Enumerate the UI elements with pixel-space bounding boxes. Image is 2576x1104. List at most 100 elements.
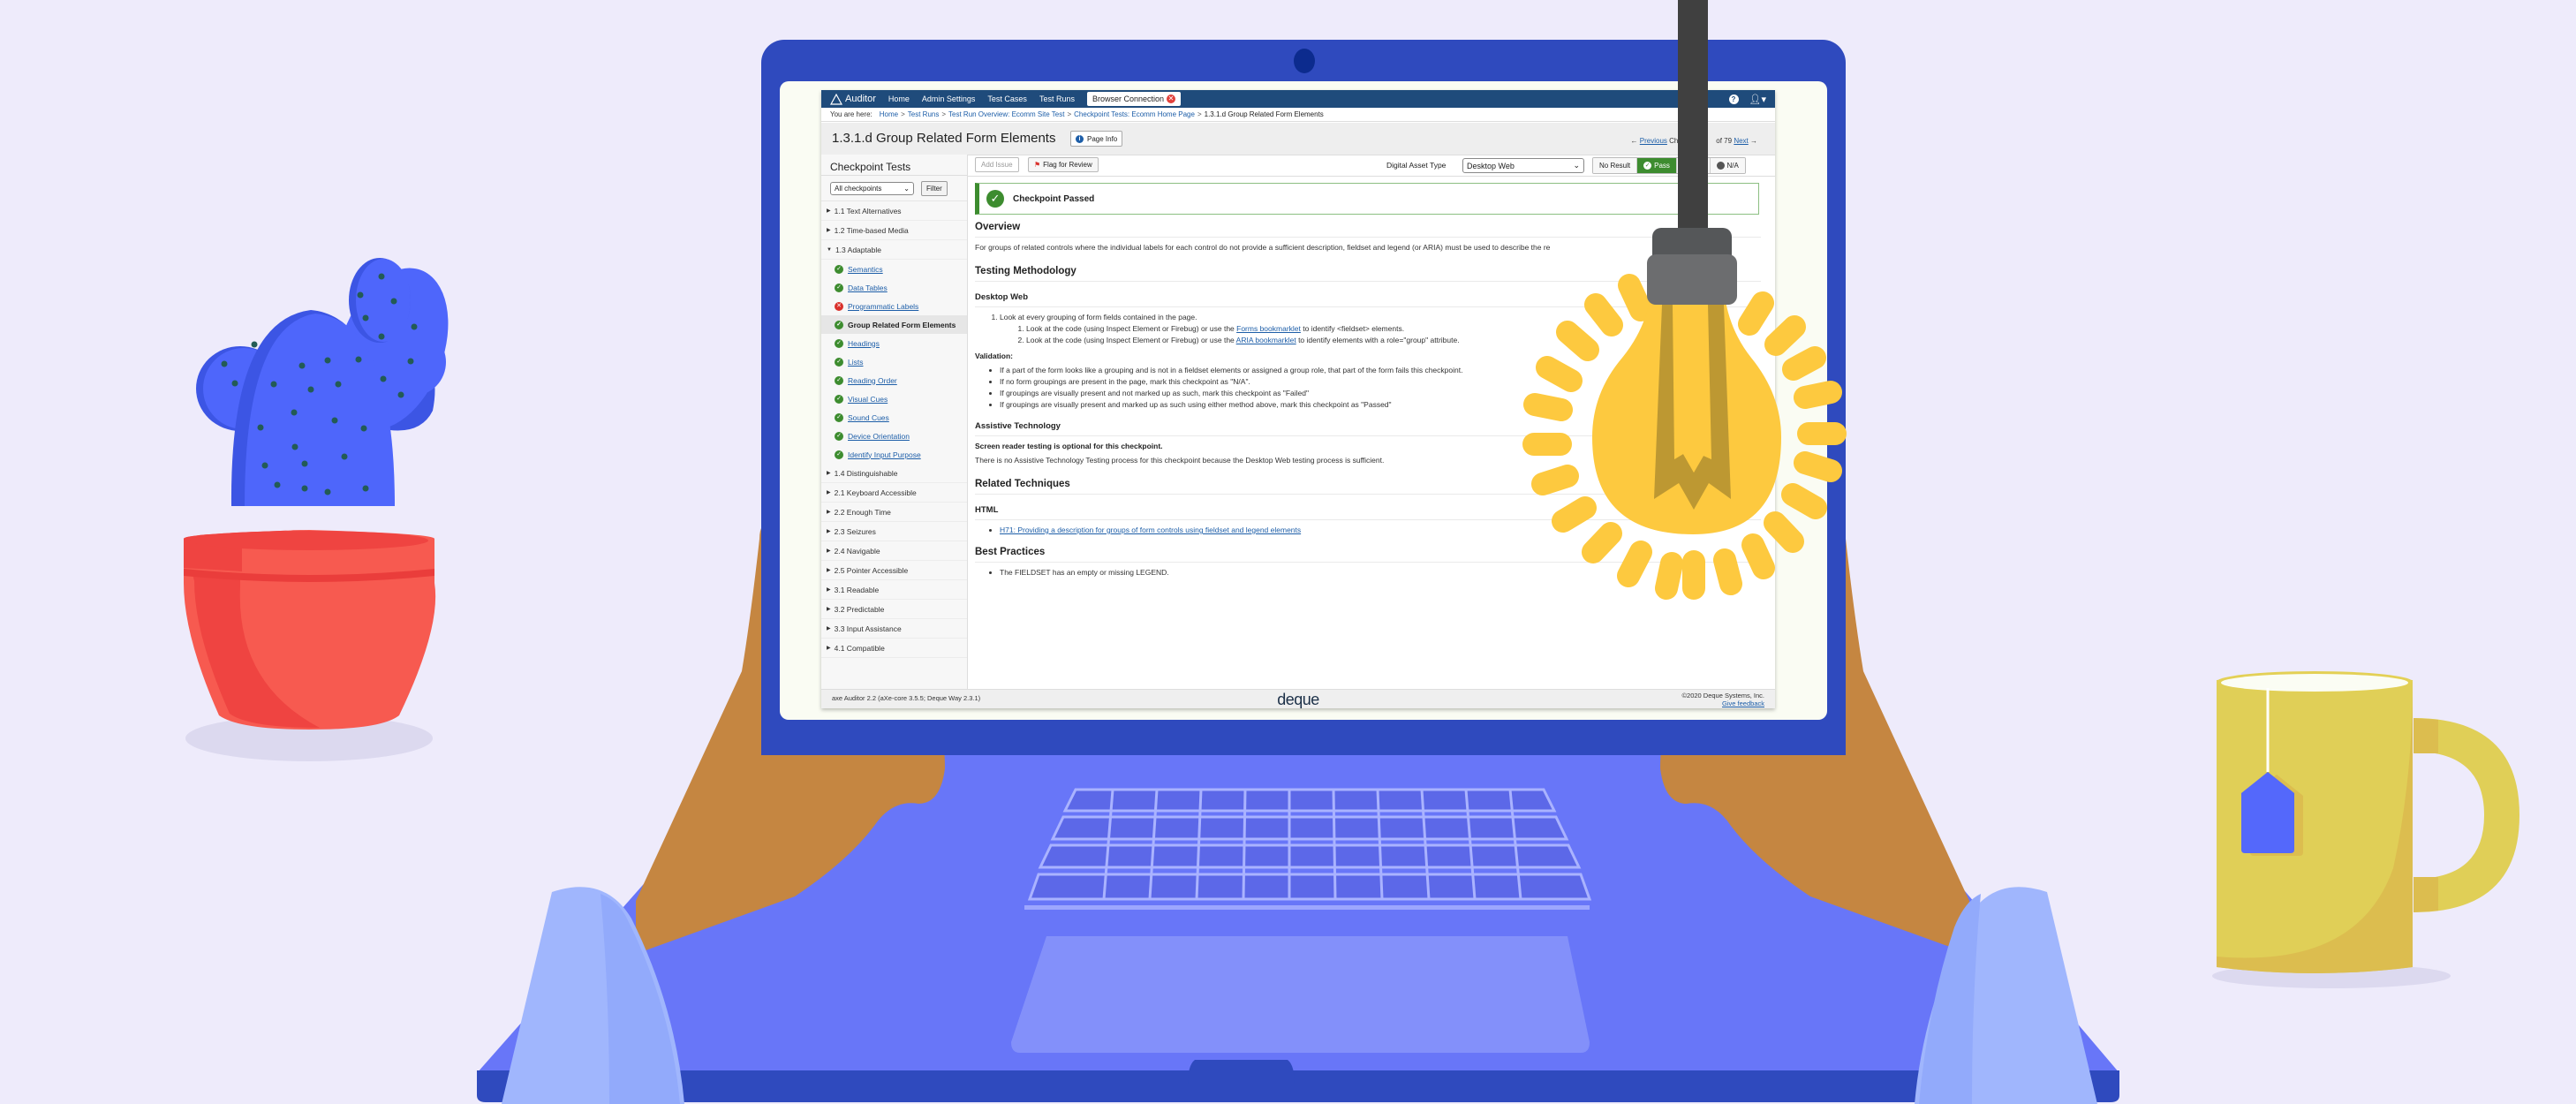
sidebar-group-open[interactable]: ▼ 1.3 Adaptable <box>821 240 967 260</box>
sidebar-group-3-3-input-assistance[interactable]: ▶ 3.3 Input Assistance <box>821 619 967 639</box>
sidebar-group-2-1-keyboard-accessible[interactable]: ▶ 2.1 Keyboard Accessible <box>821 483 967 503</box>
sidebar-group-2-2-enough-time[interactable]: ▶ 2.2 Enough Time <box>821 503 967 522</box>
sidebar-checkpoint-label[interactable]: Semantics <box>848 265 883 274</box>
digital-asset-type-value: Desktop Web <box>1467 161 1515 170</box>
nav-admin-settings[interactable]: Admin Settings <box>922 95 976 103</box>
checkpoint-counter-suffix: of 79 <box>1716 137 1733 145</box>
nav-test-runs[interactable]: Test Runs <box>1039 95 1075 103</box>
sidebar-checkpoint-identify-input-purpose[interactable]: ✓ Identify Input Purpose <box>821 445 967 464</box>
sidebar-checkpoint-reading-order[interactable]: ✓ Reading Order <box>821 371 967 389</box>
cactus-icon <box>196 258 449 506</box>
sidebar-checkpoint-headings[interactable]: ✓ Headings <box>821 334 967 352</box>
version-text: axe Auditor 2.2 (aXe-core 3.5.5; Deque W… <box>832 694 981 702</box>
nav-test-cases[interactable]: Test Cases <box>987 95 1027 103</box>
sidebar-checkpoint-label[interactable]: Programmatic Labels <box>848 302 918 311</box>
h71-technique-link[interactable]: H71: Providing a description for groups … <box>1000 526 1301 534</box>
flag-for-review-label: Flag for Review <box>1043 161 1092 169</box>
breadcrumb-label: You are here: <box>830 110 873 118</box>
sidebar-checkpoint-label[interactable]: Data Tables <box>848 284 888 292</box>
nav-home[interactable]: Home <box>888 95 910 103</box>
breadcrumb-test-run-overview[interactable]: Test Run Overview: Ecomm Site Test <box>948 110 1064 118</box>
sidebar-checkpoint-label[interactable]: Visual Cues <box>848 395 888 404</box>
triangle-right-icon: ▶ <box>827 568 831 573</box>
sidebar-group-1-4-distinguishable[interactable]: ▶ 1.4 Distinguishable <box>821 464 967 483</box>
sidebar-checkpoint-visual-cues[interactable]: ✓ Visual Cues <box>821 389 967 408</box>
app-footer: axe Auditor 2.2 (aXe-core 3.5.5; Deque W… <box>821 689 1775 708</box>
triangle-right-icon: ▶ <box>827 490 831 495</box>
triangle-right-icon: ▶ <box>827 607 831 612</box>
sidebar-checkpoint-label[interactable]: Lists <box>848 358 863 367</box>
copyright-block: ©2020 Deque Systems, Inc. Give feedback <box>1682 692 1765 707</box>
triangle-right-icon: ▶ <box>827 208 831 214</box>
forms-bookmarklet-link[interactable]: Forms bookmarklet <box>1236 324 1301 333</box>
minus-circle-icon <box>1716 162 1725 170</box>
check-circle-icon: ✓ <box>835 264 843 274</box>
sidebar-group-1-1-text-alternatives[interactable]: ▶ 1.1 Text Alternatives <box>821 201 967 221</box>
app-name: Auditor <box>845 94 876 104</box>
sidebar-checkpoint-semantics[interactable]: ✓ Semantics <box>821 260 967 278</box>
sidebar-checkpoint-label[interactable]: Device Orientation <box>848 432 910 441</box>
sidebar-group-1-2-time-based-media[interactable]: ▶ 1.2 Time-based Media <box>821 221 967 240</box>
keyboard <box>1027 788 1592 901</box>
sidebar-group-2-5-pointer-accessible[interactable]: ▶ 2.5 Pointer Accessible <box>821 561 967 580</box>
no-result-button[interactable]: No Result <box>1593 158 1638 173</box>
page-info-label: Page Info <box>1087 134 1118 143</box>
user-menu-icon[interactable]: 👤︎▾ <box>1749 94 1767 105</box>
sidebar-group-4-1-compatible[interactable]: ▶ 4.1 Compatible <box>821 639 967 658</box>
triangle-right-icon: ▶ <box>827 510 831 515</box>
top-navbar: Auditor Home Admin Settings Test Cases T… <box>821 90 1775 108</box>
previous-link[interactable]: Previous <box>1640 137 1667 145</box>
check-circle-icon: ✓ <box>835 338 843 348</box>
breadcrumb-checkpoint-tests[interactable]: Checkpoint Tests: Ecomm Home Page <box>1074 110 1195 118</box>
sidebar-checkpoint-label[interactable]: Identify Input Purpose <box>848 450 921 459</box>
triangle-right-icon: ▶ <box>827 471 831 476</box>
check-circle-icon: ✓ <box>835 431 843 441</box>
sidebar-checkpoint-lists[interactable]: ✓ Lists <box>821 352 967 371</box>
sidebar-group-2-3-seizures[interactable]: ▶ 2.3 Seizures <box>821 522 967 541</box>
sidebar-group-3-2-predictable[interactable]: ▶ 3.2 Predictable <box>821 600 967 619</box>
trackpad <box>1011 936 1590 1053</box>
auditor-logo[interactable]: Auditor <box>830 93 876 105</box>
sidebar-checkpoint-device-orientation[interactable]: ✓ Device Orientation <box>821 427 967 445</box>
sidebar-group-label: 3.3 Input Assistance <box>834 624 902 633</box>
breadcrumb-test-runs[interactable]: Test Runs <box>908 110 940 118</box>
next-link[interactable]: Next <box>1734 137 1748 145</box>
na-button[interactable]: N/A <box>1710 158 1745 173</box>
sidebar-checkpoint-label[interactable]: Sound Cues <box>848 413 889 422</box>
digital-asset-type-label: Digital Asset Type <box>1386 161 1447 170</box>
sidebar-checkpoint-programmatic-labels[interactable]: ✕ Programmatic Labels <box>821 297 967 315</box>
help-icon[interactable]: ? <box>1728 94 1739 104</box>
filter-button[interactable]: Filter <box>921 180 948 196</box>
aria-bookmarklet-link[interactable]: ARIA bookmarklet <box>1236 336 1296 344</box>
sidebar-group-3-1-readable[interactable]: ▶ 3.1 Readable <box>821 580 967 600</box>
sidebar-heading: Checkpoint Tests <box>821 155 967 176</box>
breadcrumb-home[interactable]: Home <box>880 110 898 118</box>
pass-label: Pass <box>1654 162 1670 170</box>
check-circle-icon: ✓ <box>835 450 843 459</box>
check-circle-icon: ✓ <box>835 394 843 404</box>
triangle-right-icon: ▶ <box>827 587 831 593</box>
sidebar-checkpoint-data-tables[interactable]: ✓ Data Tables <box>821 278 967 297</box>
sidebar-checkpoint-sound-cues[interactable]: ✓ Sound Cues <box>821 408 967 427</box>
add-issue-button[interactable]: Add Issue <box>975 157 1019 172</box>
checkpoint-filter-select[interactable]: All checkpoints ⌄ <box>830 181 914 195</box>
check-circle-icon: ✓ <box>835 357 843 367</box>
sidebar-group-label: 3.2 Predictable <box>834 604 885 614</box>
sidebar-checkpoint-group-related-form-elements[interactable]: ✓ Group Related Form Elements <box>821 315 967 334</box>
triangle-right-icon: ▶ <box>827 529 831 534</box>
browser-connection-button[interactable]: Browser Connection ✕ <box>1086 92 1182 106</box>
copyright-text: ©2020 Deque Systems, Inc. <box>1681 692 1765 699</box>
flag-for-review-button[interactable]: ⚑ Flag for Review <box>1028 157 1099 172</box>
sidebar-group-label: 2.3 Seizures <box>834 526 876 536</box>
breadcrumb-current: 1.3.1.d Group Related Form Elements <box>1204 110 1324 118</box>
give-feedback-link[interactable]: Give feedback <box>1722 699 1764 707</box>
pass-button[interactable]: ✓ Pass <box>1637 158 1677 173</box>
page-info-button[interactable]: i Page Info <box>1070 131 1123 147</box>
digital-asset-type-select[interactable]: Desktop Web ⌄ <box>1462 158 1584 173</box>
sidebar-checkpoint-label[interactable]: Reading Order <box>848 376 897 385</box>
sidebar-group-label: 2.2 Enough Time <box>834 507 891 517</box>
sidebar-group-2-4-navigable[interactable]: ▶ 2.4 Navigable <box>821 541 967 561</box>
triangle-right-icon: ▶ <box>827 548 831 554</box>
breadcrumb: You are here: Home > Test Runs > Test Run … <box>821 108 1775 122</box>
sidebar-checkpoint-label[interactable]: Headings <box>848 339 880 348</box>
